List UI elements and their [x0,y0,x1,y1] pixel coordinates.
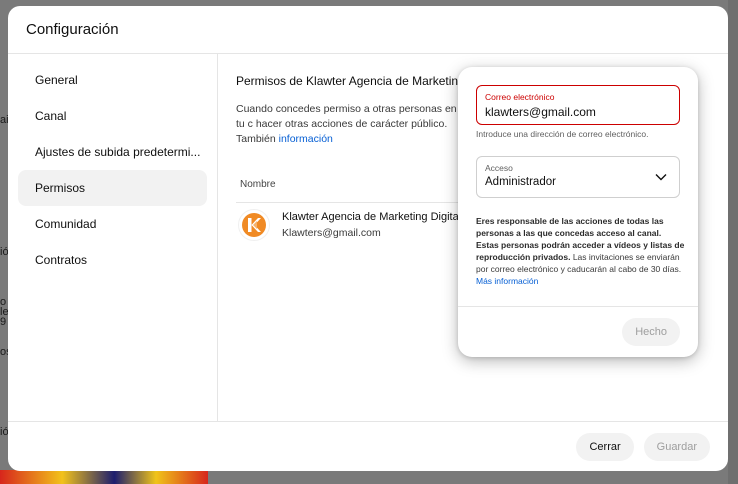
sidebar-item-label: Permisos [35,181,86,195]
access-label: Acceso [485,163,513,173]
sidebar-item-label: Comunidad [35,217,97,231]
background-fragment: os [0,346,8,358]
background-fragment: ai [0,114,8,126]
notice-more-info-link[interactable]: Más información [476,276,538,286]
sidebar-item-permisos[interactable]: Permisos [18,170,207,206]
sidebar-item-label: Contratos [35,253,88,267]
dialog-header: Configuración [8,6,728,54]
settings-sidebar: General Canal Ajustes de subida predeter… [8,54,218,421]
sidebar-item-upload-defaults[interactable]: Ajustes de subida predetermi... [18,134,207,170]
dialog-footer: Cerrar Guardar [8,421,728,471]
sidebar-item-canal[interactable]: Canal [18,98,207,134]
background-fragment: ión [0,246,8,258]
email-hint: Introduce una dirección de correo electr… [476,129,649,139]
email-field-label: Correo electrónico [485,92,555,102]
dialog-title: Configuración [26,21,119,38]
chevron-down-icon [655,174,667,181]
responsibility-notice: Eres responsable de las acciones de toda… [476,215,686,287]
popup-divider [458,306,698,307]
more-info-link[interactable]: información [279,133,333,145]
klawter-logo-icon [242,213,266,237]
user-email: Klawters@gmail.com [282,227,381,239]
sidebar-item-general[interactable]: General [18,62,207,98]
permissions-description-text: Cuando concedes permiso a otras personas… [236,103,457,145]
background-fragment: 9 [0,316,7,328]
save-button[interactable]: Guardar [643,432,710,461]
sidebar-item-label: General [35,73,78,87]
sidebar-item-label: Canal [35,109,67,123]
email-field-value[interactable]: klawters@gmail.com [485,105,671,119]
user-name: Klawter Agencia de Marketing Digital [282,211,462,223]
sidebar-item-label: Ajustes de subida predetermi... [35,145,201,159]
access-value: Administrador [485,176,556,188]
email-field[interactable]: Correo electrónico klawters@gmail.com [476,85,680,125]
close-button[interactable]: Cerrar [576,432,634,461]
permissions-description: Cuando concedes permiso a otras personas… [236,102,458,147]
sidebar-item-contratos[interactable]: Contratos [18,242,207,278]
channel-logo [238,209,270,241]
column-header-name: Nombre [236,179,458,203]
background-edge [728,0,738,484]
sidebar-item-comunidad[interactable]: Comunidad [18,206,207,242]
background-thumbnail [0,470,208,484]
background-fragment: ió [0,426,8,438]
invite-popup: Correo electrónico klawters@gmail.com In… [458,67,698,357]
user-info: Klawter Agencia de Marketing Digital Kla… [282,211,461,239]
done-button[interactable]: Hecho [622,318,680,346]
access-select[interactable]: Acceso Administrador [476,156,680,198]
